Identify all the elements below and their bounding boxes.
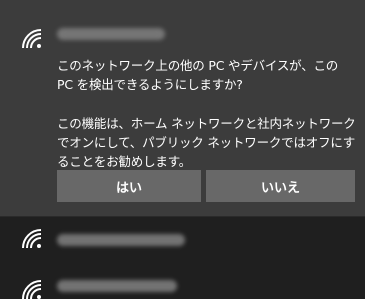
network-discovery-panel: このネットワーク上の他の PC やデバイスが、この PC を検出できるようにしま… (0, 0, 365, 216)
discovery-description: この機能は、ホーム ネットワークと社内ネットワークでオンにして、パブリック ネッ… (57, 116, 356, 169)
network-name-redacted (57, 234, 185, 246)
no-button[interactable]: いいえ (206, 170, 355, 202)
wifi-signal-icon (21, 279, 43, 299)
yes-button[interactable]: はい (57, 170, 201, 202)
wifi-signal-icon (21, 28, 43, 50)
network-list-item[interactable] (0, 217, 365, 265)
network-name-redacted (57, 280, 177, 292)
network-name-redacted (57, 28, 165, 40)
network-list-item[interactable] (0, 266, 365, 299)
discovery-question: このネットワーク上の他の PC やデバイスが、この PC を検出できるようにしま… (57, 58, 339, 92)
wifi-signal-icon (21, 228, 43, 250)
